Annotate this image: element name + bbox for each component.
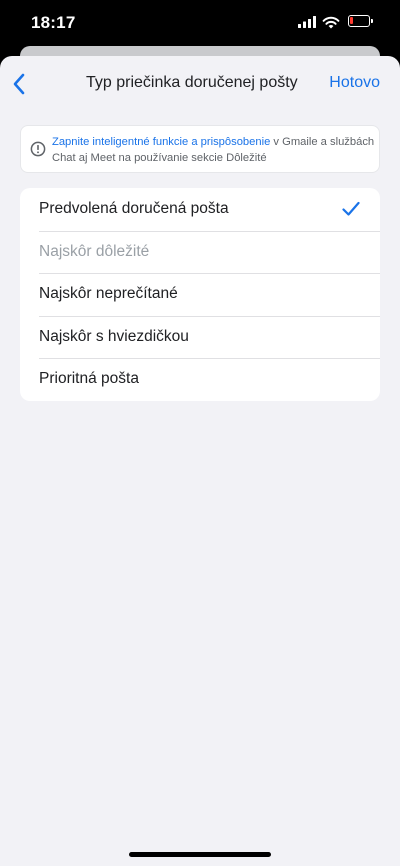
option-label: Prioritná pošta (39, 370, 139, 388)
option-label: Najskôr s hviezdičkou (39, 327, 189, 345)
info-banner: Zapnite inteligentné funkcie a prispôsob… (20, 125, 380, 173)
page-title: Typ priečinka doručenej pošty (86, 74, 298, 91)
back-button[interactable] (8, 70, 32, 98)
info-text: Zapnite inteligentné funkcie a prispôsob… (52, 134, 376, 166)
checkmark-icon (342, 201, 360, 216)
home-indicator[interactable] (129, 852, 271, 857)
cellular-signal-icon (298, 16, 316, 28)
inbox-type-option-priority[interactable]: Prioritná pošta (20, 358, 380, 401)
info-circle-icon (30, 141, 46, 157)
battery-level (350, 17, 353, 24)
enable-smart-features-link[interactable]: Zapnite inteligentné funkcie a prispôsob… (52, 136, 270, 148)
inbox-type-sheet: Typ priečinka doručenej pošty Hotovo Zap… (0, 56, 400, 866)
status-bar: 18:17 (0, 0, 400, 46)
battery-icon (348, 15, 373, 27)
inbox-type-list: Predvolená doručená pošta Najskôr dôleži… (20, 188, 380, 401)
status-time: 18:17 (31, 13, 76, 32)
option-label: Predvolená doručená pošta (39, 200, 229, 217)
inbox-type-option-default[interactable]: Predvolená doručená pošta (20, 188, 380, 231)
wifi-icon (322, 16, 340, 29)
inbox-type-option-important-first: Najskôr dôležité (20, 230, 380, 274)
navigation-bar: Typ priečinka doručenej pošty Hotovo (0, 56, 400, 112)
inbox-type-option-unread-first[interactable]: Najskôr neprečítané (20, 273, 380, 316)
chevron-left-icon (13, 73, 25, 95)
inbox-type-option-starred-first[interactable]: Najskôr s hviezdičkou (20, 315, 380, 359)
option-label: Najskôr neprečítané (39, 285, 178, 303)
done-button[interactable]: Hotovo (329, 74, 380, 92)
option-label: Najskôr dôležité (39, 242, 150, 260)
